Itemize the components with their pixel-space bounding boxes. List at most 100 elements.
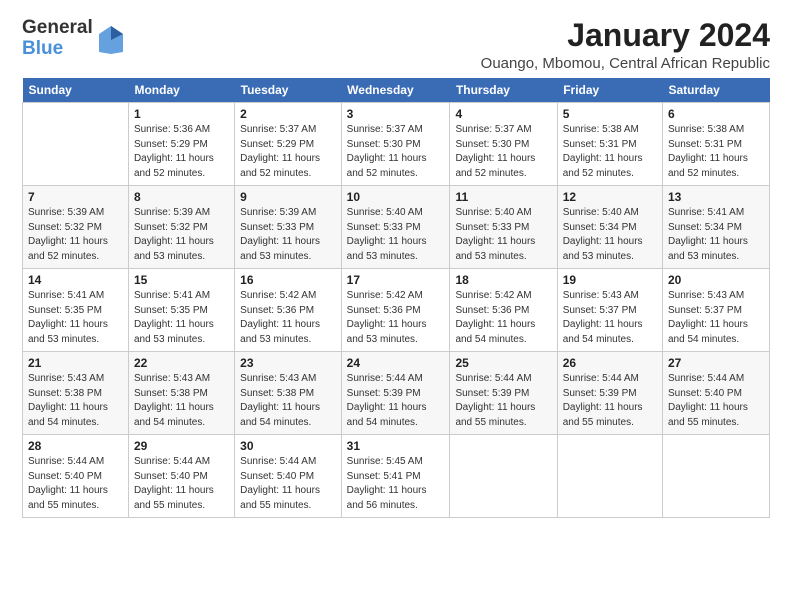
- day-number: 21: [28, 356, 123, 370]
- table-row: 17 Sunrise: 5:42 AMSunset: 5:36 PMDayligh…: [341, 269, 450, 352]
- col-saturday: Saturday: [663, 78, 770, 103]
- table-row: 27 Sunrise: 5:44 AMSunset: 5:40 PMDayligh…: [663, 352, 770, 435]
- table-row: 24Sunrise: 5:44 AMSunset: 5:39 PMDayligh…: [341, 352, 450, 435]
- day-number: 27: [668, 356, 764, 370]
- day-detail: Sunrise: 5:40 AMSunset: 5:34 PMDaylight:…: [563, 206, 657, 264]
- table-row: [557, 435, 662, 518]
- day-detail: Sunrise: 5:37 AMSunset: 5:29 PMDaylight:…: [240, 123, 336, 181]
- day-number: 10: [347, 190, 445, 204]
- table-row: 22 Sunrise: 5:43 AMSunset: 5:38 PMDayligh…: [128, 352, 234, 435]
- table-row: 19 Sunrise: 5:43 AMSunset: 5:37 PMDayligh…: [557, 269, 662, 352]
- day-detail: Sunrise: 5:44 AMSunset: 5:39 PMDaylight:…: [563, 372, 657, 430]
- header: General Blue January 2024 Ouango, Mbomou…: [22, 18, 770, 72]
- day-number: 29: [134, 439, 229, 453]
- logo-general: General: [22, 18, 93, 39]
- day-number: 22: [134, 356, 229, 370]
- day-number: 23: [240, 356, 336, 370]
- day-detail: Sunrise: 5:43 AMSunset: 5:38 PMDaylight:…: [28, 372, 123, 430]
- logo: General Blue: [22, 18, 125, 60]
- day-number: 15: [134, 273, 229, 287]
- day-number: 25: [455, 356, 551, 370]
- table-row: [23, 103, 129, 186]
- day-number: 18: [455, 273, 551, 287]
- day-detail: Sunrise: 5:38 AMSunset: 5:31 PMDaylight:…: [668, 123, 764, 181]
- day-number: 3: [347, 107, 445, 121]
- table-row: 20 Sunrise: 5:43 AMSunset: 5:37 PMDayligh…: [663, 269, 770, 352]
- day-number: 13: [668, 190, 764, 204]
- day-detail: Sunrise: 5:40 AMSunset: 5:33 PMDaylight:…: [455, 206, 551, 264]
- day-detail: Sunrise: 5:42 AMSunset: 5:36 PMDaylight:…: [240, 289, 336, 347]
- day-number: 16: [240, 273, 336, 287]
- calendar-week-row: 28 Sunrise: 5:44 AMSunset: 5:40 PMDayligh…: [23, 435, 770, 518]
- table-row: 5Sunrise: 5:38 AMSunset: 5:31 PMDaylight…: [557, 103, 662, 186]
- day-number: 4: [455, 107, 551, 121]
- day-detail: Sunrise: 5:42 AMSunset: 5:36 PMDaylight:…: [455, 289, 551, 347]
- table-row: 9Sunrise: 5:39 AMSunset: 5:33 PMDaylight…: [235, 186, 342, 269]
- day-detail: Sunrise: 5:42 AMSunset: 5:36 PMDaylight:…: [347, 289, 445, 347]
- day-detail: Sunrise: 5:40 AMSunset: 5:33 PMDaylight:…: [347, 206, 445, 264]
- table-row: 29 Sunrise: 5:44 AMSunset: 5:40 PMDayligh…: [128, 435, 234, 518]
- day-number: 7: [28, 190, 123, 204]
- day-number: 11: [455, 190, 551, 204]
- logo-icon: [97, 24, 125, 56]
- day-number: 30: [240, 439, 336, 453]
- table-row: 28Sunrise: 5:44 AMSunset: 5:40 PMDayligh…: [23, 435, 129, 518]
- table-row: 21 Sunrise: 5:43 AMSunset: 5:38 PMDayligh…: [23, 352, 129, 435]
- day-detail: Sunrise: 5:36 AMSunset: 5:29 PMDaylight:…: [134, 123, 229, 181]
- day-detail: Sunrise: 5:43 AMSunset: 5:37 PMDaylight:…: [668, 289, 764, 347]
- table-row: 16 Sunrise: 5:42 AMSunset: 5:36 PMDayligh…: [235, 269, 342, 352]
- table-row: 7 Sunrise: 5:39 AMSunset: 5:32 PMDaylight…: [23, 186, 129, 269]
- table-row: 8 Sunrise: 5:39 AMSunset: 5:32 PMDaylight…: [128, 186, 234, 269]
- day-number: 2: [240, 107, 336, 121]
- col-monday: Monday: [128, 78, 234, 103]
- day-detail: Sunrise: 5:39 AMSunset: 5:33 PMDaylight:…: [240, 206, 336, 264]
- table-row: 18 Sunrise: 5:42 AMSunset: 5:36 PMDayligh…: [450, 269, 557, 352]
- day-number: 28: [28, 439, 123, 453]
- table-row: 30Sunrise: 5:44 AMSunset: 5:40 PMDayligh…: [235, 435, 342, 518]
- col-thursday: Thursday: [450, 78, 557, 103]
- table-row: 3 Sunrise: 5:37 AMSunset: 5:30 PMDaylight…: [341, 103, 450, 186]
- day-detail: Sunrise: 5:43 AMSunset: 5:37 PMDaylight:…: [563, 289, 657, 347]
- table-row: 26Sunrise: 5:44 AMSunset: 5:39 PMDayligh…: [557, 352, 662, 435]
- day-number: 6: [668, 107, 764, 121]
- col-tuesday: Tuesday: [235, 78, 342, 103]
- day-detail: Sunrise: 5:41 AMSunset: 5:34 PMDaylight:…: [668, 206, 764, 264]
- day-number: 17: [347, 273, 445, 287]
- day-detail: Sunrise: 5:44 AMSunset: 5:40 PMDaylight:…: [668, 372, 764, 430]
- day-detail: Sunrise: 5:37 AMSunset: 5:30 PMDaylight:…: [347, 123, 445, 181]
- table-row: [663, 435, 770, 518]
- table-row: 25 Sunrise: 5:44 AMSunset: 5:39 PMDayligh…: [450, 352, 557, 435]
- day-number: 19: [563, 273, 657, 287]
- month-title: January 2024: [481, 18, 770, 53]
- calendar-week-row: 14Sunrise: 5:41 AMSunset: 5:35 PMDayligh…: [23, 269, 770, 352]
- day-detail: Sunrise: 5:41 AMSunset: 5:35 PMDaylight:…: [134, 289, 229, 347]
- table-row: 14Sunrise: 5:41 AMSunset: 5:35 PMDayligh…: [23, 269, 129, 352]
- col-wednesday: Wednesday: [341, 78, 450, 103]
- day-number: 24: [347, 356, 445, 370]
- day-detail: Sunrise: 5:45 AMSunset: 5:41 PMDaylight:…: [347, 455, 445, 513]
- day-detail: Sunrise: 5:39 AMSunset: 5:32 PMDaylight:…: [134, 206, 229, 264]
- title-block: January 2024 Ouango, Mbomou, Central Afr…: [481, 18, 770, 72]
- logo-blue: Blue: [22, 39, 93, 60]
- day-detail: Sunrise: 5:43 AMSunset: 5:38 PMDaylight:…: [134, 372, 229, 430]
- table-row: 23 Sunrise: 5:43 AMSunset: 5:38 PMDayligh…: [235, 352, 342, 435]
- table-row: 15 Sunrise: 5:41 AMSunset: 5:35 PMDayligh…: [128, 269, 234, 352]
- table-row: 1 Sunrise: 5:36 AMSunset: 5:29 PMDaylight…: [128, 103, 234, 186]
- day-detail: Sunrise: 5:44 AMSunset: 5:40 PMDaylight:…: [134, 455, 229, 513]
- day-number: 1: [134, 107, 229, 121]
- table-row: 2 Sunrise: 5:37 AMSunset: 5:29 PMDaylight…: [235, 103, 342, 186]
- calendar-table: Sunday Monday Tuesday Wednesday Thursday…: [22, 78, 770, 518]
- calendar-week-row: 1 Sunrise: 5:36 AMSunset: 5:29 PMDaylight…: [23, 103, 770, 186]
- day-number: 20: [668, 273, 764, 287]
- day-detail: Sunrise: 5:41 AMSunset: 5:35 PMDaylight:…: [28, 289, 123, 347]
- table-row: 11 Sunrise: 5:40 AMSunset: 5:33 PMDayligh…: [450, 186, 557, 269]
- table-row: 13 Sunrise: 5:41 AMSunset: 5:34 PMDayligh…: [663, 186, 770, 269]
- day-detail: Sunrise: 5:44 AMSunset: 5:39 PMDaylight:…: [455, 372, 551, 430]
- day-number: 12: [563, 190, 657, 204]
- day-detail: Sunrise: 5:43 AMSunset: 5:38 PMDaylight:…: [240, 372, 336, 430]
- day-detail: Sunrise: 5:39 AMSunset: 5:32 PMDaylight:…: [28, 206, 123, 264]
- table-row: 4Sunrise: 5:37 AMSunset: 5:30 PMDaylight…: [450, 103, 557, 186]
- day-number: 8: [134, 190, 229, 204]
- calendar-header-row: Sunday Monday Tuesday Wednesday Thursday…: [23, 78, 770, 103]
- calendar-week-row: 7 Sunrise: 5:39 AMSunset: 5:32 PMDaylight…: [23, 186, 770, 269]
